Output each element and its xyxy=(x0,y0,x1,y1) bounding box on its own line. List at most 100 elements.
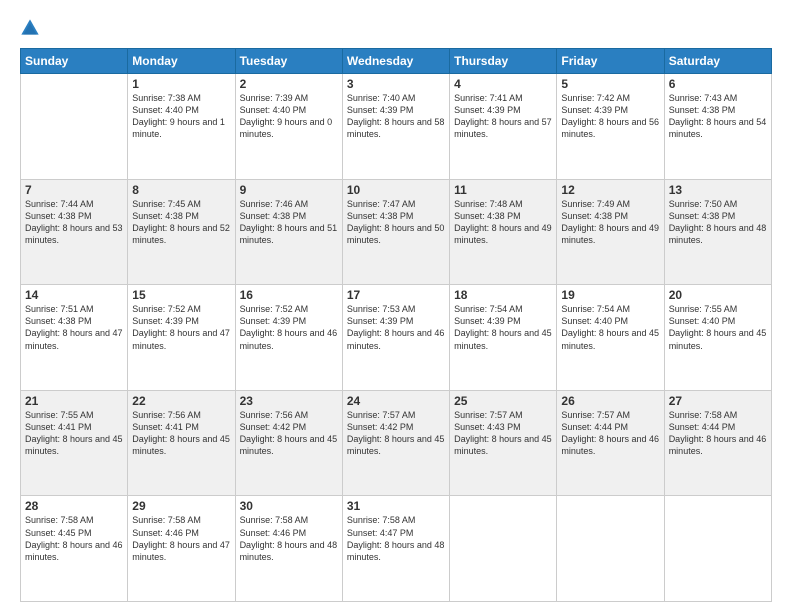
calendar-cell: 2Sunrise: 7:39 AMSunset: 4:40 PMDaylight… xyxy=(235,74,342,180)
calendar-cell: 10Sunrise: 7:47 AMSunset: 4:38 PMDayligh… xyxy=(342,179,449,285)
calendar-cell: 12Sunrise: 7:49 AMSunset: 4:38 PMDayligh… xyxy=(557,179,664,285)
calendar-cell: 13Sunrise: 7:50 AMSunset: 4:38 PMDayligh… xyxy=(664,179,771,285)
cell-info: Sunrise: 7:52 AMSunset: 4:39 PMDaylight:… xyxy=(132,303,230,352)
cell-info: Sunrise: 7:58 AMSunset: 4:45 PMDaylight:… xyxy=(25,514,123,563)
calendar-header-row: SundayMondayTuesdayWednesdayThursdayFrid… xyxy=(21,49,772,74)
cell-info: Sunrise: 7:55 AMSunset: 4:41 PMDaylight:… xyxy=(25,409,123,458)
calendar-cell: 5Sunrise: 7:42 AMSunset: 4:39 PMDaylight… xyxy=(557,74,664,180)
cell-info: Sunrise: 7:55 AMSunset: 4:40 PMDaylight:… xyxy=(669,303,767,352)
calendar-week-row: 21Sunrise: 7:55 AMSunset: 4:41 PMDayligh… xyxy=(21,390,772,496)
calendar-cell: 11Sunrise: 7:48 AMSunset: 4:38 PMDayligh… xyxy=(450,179,557,285)
cell-info: Sunrise: 7:42 AMSunset: 4:39 PMDaylight:… xyxy=(561,92,659,141)
calendar-cell: 1Sunrise: 7:38 AMSunset: 4:40 PMDaylight… xyxy=(128,74,235,180)
calendar-cell: 29Sunrise: 7:58 AMSunset: 4:46 PMDayligh… xyxy=(128,496,235,602)
calendar-day-header: Friday xyxy=(557,49,664,74)
day-number: 31 xyxy=(347,499,445,513)
cell-info: Sunrise: 7:49 AMSunset: 4:38 PMDaylight:… xyxy=(561,198,659,247)
cell-info: Sunrise: 7:43 AMSunset: 4:38 PMDaylight:… xyxy=(669,92,767,141)
day-number: 23 xyxy=(240,394,338,408)
calendar-cell xyxy=(450,496,557,602)
day-number: 29 xyxy=(132,499,230,513)
calendar-cell xyxy=(664,496,771,602)
day-number: 17 xyxy=(347,288,445,302)
calendar-day-header: Monday xyxy=(128,49,235,74)
calendar-cell xyxy=(557,496,664,602)
calendar-cell: 17Sunrise: 7:53 AMSunset: 4:39 PMDayligh… xyxy=(342,285,449,391)
day-number: 10 xyxy=(347,183,445,197)
cell-info: Sunrise: 7:53 AMSunset: 4:39 PMDaylight:… xyxy=(347,303,445,352)
header xyxy=(20,18,772,38)
cell-info: Sunrise: 7:44 AMSunset: 4:38 PMDaylight:… xyxy=(25,198,123,247)
day-number: 26 xyxy=(561,394,659,408)
calendar-week-row: 28Sunrise: 7:58 AMSunset: 4:45 PMDayligh… xyxy=(21,496,772,602)
calendar-cell: 15Sunrise: 7:52 AMSunset: 4:39 PMDayligh… xyxy=(128,285,235,391)
calendar-cell: 22Sunrise: 7:56 AMSunset: 4:41 PMDayligh… xyxy=(128,390,235,496)
calendar-day-header: Thursday xyxy=(450,49,557,74)
day-number: 20 xyxy=(669,288,767,302)
cell-info: Sunrise: 7:52 AMSunset: 4:39 PMDaylight:… xyxy=(240,303,338,352)
cell-info: Sunrise: 7:45 AMSunset: 4:38 PMDaylight:… xyxy=(132,198,230,247)
calendar-week-row: 7Sunrise: 7:44 AMSunset: 4:38 PMDaylight… xyxy=(21,179,772,285)
cell-info: Sunrise: 7:57 AMSunset: 4:44 PMDaylight:… xyxy=(561,409,659,458)
day-number: 22 xyxy=(132,394,230,408)
cell-info: Sunrise: 7:38 AMSunset: 4:40 PMDaylight:… xyxy=(132,92,230,141)
day-number: 18 xyxy=(454,288,552,302)
calendar-week-row: 14Sunrise: 7:51 AMSunset: 4:38 PMDayligh… xyxy=(21,285,772,391)
day-number: 11 xyxy=(454,183,552,197)
day-number: 8 xyxy=(132,183,230,197)
calendar-cell: 9Sunrise: 7:46 AMSunset: 4:38 PMDaylight… xyxy=(235,179,342,285)
calendar-cell: 25Sunrise: 7:57 AMSunset: 4:43 PMDayligh… xyxy=(450,390,557,496)
cell-info: Sunrise: 7:58 AMSunset: 4:47 PMDaylight:… xyxy=(347,514,445,563)
calendar-cell: 14Sunrise: 7:51 AMSunset: 4:38 PMDayligh… xyxy=(21,285,128,391)
cell-info: Sunrise: 7:57 AMSunset: 4:43 PMDaylight:… xyxy=(454,409,552,458)
calendar-cell: 27Sunrise: 7:58 AMSunset: 4:44 PMDayligh… xyxy=(664,390,771,496)
calendar-cell: 8Sunrise: 7:45 AMSunset: 4:38 PMDaylight… xyxy=(128,179,235,285)
calendar-cell: 28Sunrise: 7:58 AMSunset: 4:45 PMDayligh… xyxy=(21,496,128,602)
page: SundayMondayTuesdayWednesdayThursdayFrid… xyxy=(0,0,792,612)
cell-info: Sunrise: 7:58 AMSunset: 4:46 PMDaylight:… xyxy=(132,514,230,563)
cell-info: Sunrise: 7:58 AMSunset: 4:46 PMDaylight:… xyxy=(240,514,338,563)
calendar-cell: 7Sunrise: 7:44 AMSunset: 4:38 PMDaylight… xyxy=(21,179,128,285)
day-number: 1 xyxy=(132,77,230,91)
day-number: 30 xyxy=(240,499,338,513)
cell-info: Sunrise: 7:56 AMSunset: 4:41 PMDaylight:… xyxy=(132,409,230,458)
day-number: 15 xyxy=(132,288,230,302)
calendar-cell: 24Sunrise: 7:57 AMSunset: 4:42 PMDayligh… xyxy=(342,390,449,496)
calendar-cell: 26Sunrise: 7:57 AMSunset: 4:44 PMDayligh… xyxy=(557,390,664,496)
day-number: 3 xyxy=(347,77,445,91)
calendar-cell: 16Sunrise: 7:52 AMSunset: 4:39 PMDayligh… xyxy=(235,285,342,391)
calendar-cell: 18Sunrise: 7:54 AMSunset: 4:39 PMDayligh… xyxy=(450,285,557,391)
calendar-cell: 3Sunrise: 7:40 AMSunset: 4:39 PMDaylight… xyxy=(342,74,449,180)
day-number: 19 xyxy=(561,288,659,302)
day-number: 27 xyxy=(669,394,767,408)
logo-icon xyxy=(20,18,40,38)
cell-info: Sunrise: 7:47 AMSunset: 4:38 PMDaylight:… xyxy=(347,198,445,247)
calendar-cell: 21Sunrise: 7:55 AMSunset: 4:41 PMDayligh… xyxy=(21,390,128,496)
cell-info: Sunrise: 7:48 AMSunset: 4:38 PMDaylight:… xyxy=(454,198,552,247)
calendar-cell: 20Sunrise: 7:55 AMSunset: 4:40 PMDayligh… xyxy=(664,285,771,391)
day-number: 7 xyxy=(25,183,123,197)
day-number: 4 xyxy=(454,77,552,91)
cell-info: Sunrise: 7:41 AMSunset: 4:39 PMDaylight:… xyxy=(454,92,552,141)
day-number: 13 xyxy=(669,183,767,197)
calendar-day-header: Wednesday xyxy=(342,49,449,74)
calendar-cell: 19Sunrise: 7:54 AMSunset: 4:40 PMDayligh… xyxy=(557,285,664,391)
calendar-cell xyxy=(21,74,128,180)
day-number: 16 xyxy=(240,288,338,302)
cell-info: Sunrise: 7:50 AMSunset: 4:38 PMDaylight:… xyxy=(669,198,767,247)
calendar-cell: 30Sunrise: 7:58 AMSunset: 4:46 PMDayligh… xyxy=(235,496,342,602)
cell-info: Sunrise: 7:58 AMSunset: 4:44 PMDaylight:… xyxy=(669,409,767,458)
calendar-week-row: 1Sunrise: 7:38 AMSunset: 4:40 PMDaylight… xyxy=(21,74,772,180)
cell-info: Sunrise: 7:51 AMSunset: 4:38 PMDaylight:… xyxy=(25,303,123,352)
day-number: 9 xyxy=(240,183,338,197)
day-number: 5 xyxy=(561,77,659,91)
cell-info: Sunrise: 7:40 AMSunset: 4:39 PMDaylight:… xyxy=(347,92,445,141)
calendar-cell: 31Sunrise: 7:58 AMSunset: 4:47 PMDayligh… xyxy=(342,496,449,602)
calendar-day-header: Sunday xyxy=(21,49,128,74)
cell-info: Sunrise: 7:56 AMSunset: 4:42 PMDaylight:… xyxy=(240,409,338,458)
calendar-day-header: Saturday xyxy=(664,49,771,74)
calendar-cell: 6Sunrise: 7:43 AMSunset: 4:38 PMDaylight… xyxy=(664,74,771,180)
day-number: 2 xyxy=(240,77,338,91)
day-number: 28 xyxy=(25,499,123,513)
day-number: 14 xyxy=(25,288,123,302)
